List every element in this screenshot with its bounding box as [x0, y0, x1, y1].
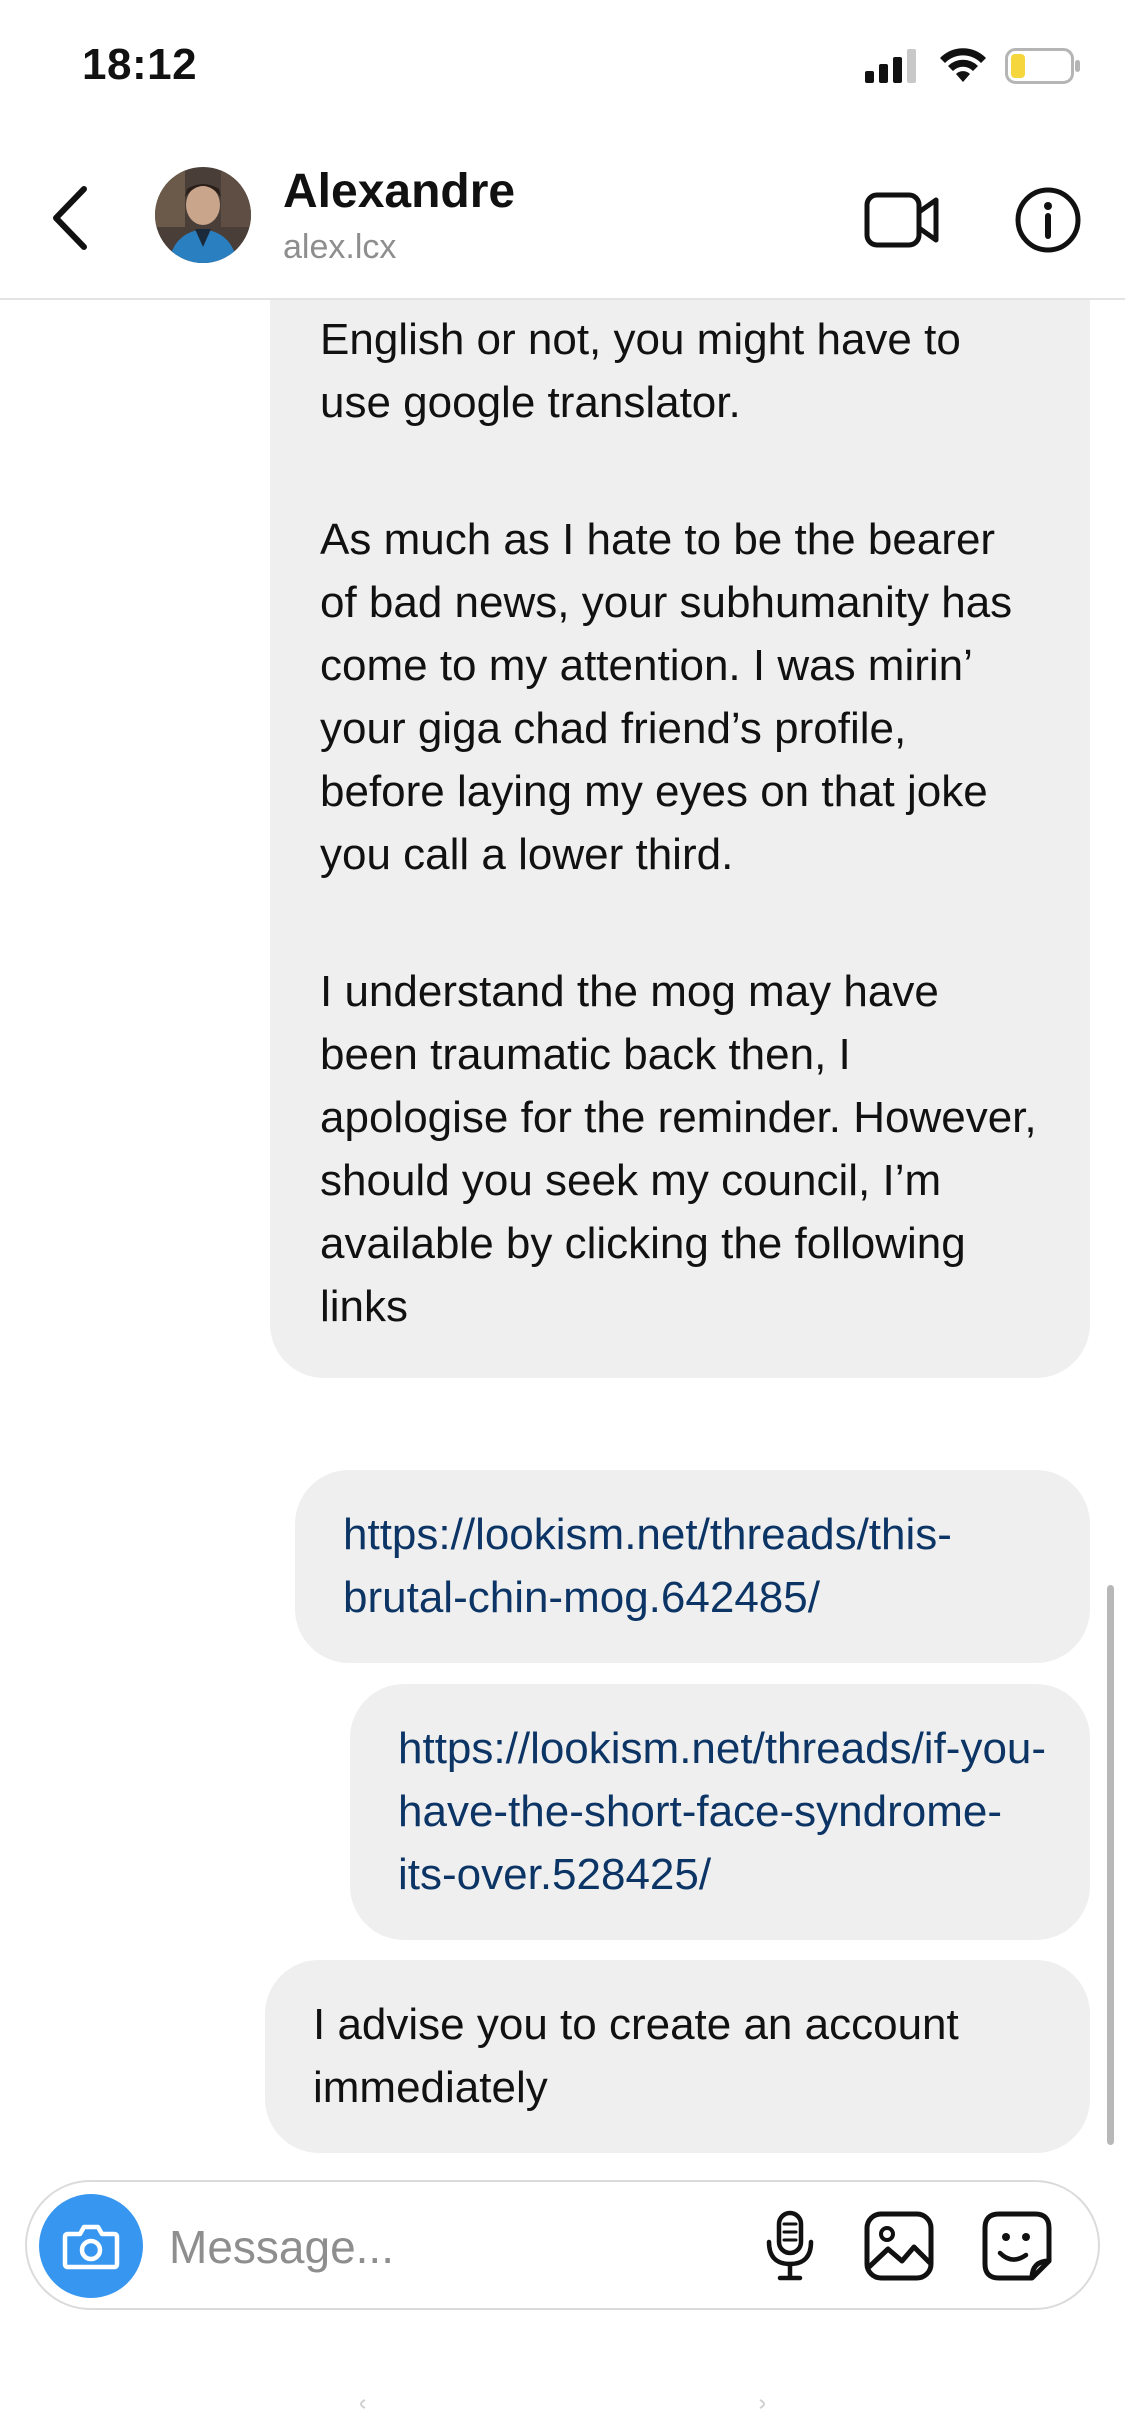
wifi-icon: [940, 48, 986, 82]
message-bubble-last[interactable]: I advise you to create an account immedi…: [265, 1960, 1090, 2153]
message-input[interactable]: [169, 2212, 729, 2282]
sticker-icon: [982, 2211, 1052, 2281]
battery-icon: [1005, 48, 1080, 84]
gallery-icon: [864, 2211, 934, 2281]
message-text: I advise you to create an account immedi…: [313, 2000, 959, 2112]
video-call-button[interactable]: [862, 180, 942, 260]
message-bubble-main[interactable]: Hey man, not sure if you speak English o…: [270, 300, 1090, 1378]
avatar[interactable]: [155, 167, 251, 263]
avatar-image: [155, 167, 251, 263]
status-time: 18:12: [82, 40, 198, 89]
microphone-icon: [766, 2210, 814, 2281]
message-composer: [25, 2180, 1100, 2310]
message-thread[interactable]: Hey man, not sure if you speak English o…: [0, 300, 1125, 2155]
status-bar: 18:12: [0, 0, 1125, 140]
message-paragraph: Hey man, not sure if you speak English o…: [320, 300, 961, 427]
status-icons: [865, 48, 1081, 84]
message-link[interactable]: https://lookism.net/threads/if-you-have-…: [398, 1724, 1046, 1899]
message-paragraph: As much as I hate to be the bearer of ba…: [320, 515, 1013, 879]
message-paragraph: I understand the mog may have been traum…: [320, 967, 1037, 1331]
cellular-signal-icon: [865, 49, 916, 83]
contact-username[interactable]: alex.lcx: [283, 228, 396, 267]
chevron-left-icon: [53, 186, 87, 250]
voice-message-button[interactable]: [750, 2206, 830, 2286]
gallery-button[interactable]: [859, 2206, 939, 2286]
scrollbar[interactable]: [1107, 1585, 1114, 2145]
message-bubble-link[interactable]: https://lookism.net/threads/this-brutal-…: [295, 1470, 1090, 1663]
contact-name[interactable]: Alexandre: [283, 164, 515, 219]
info-button[interactable]: [1008, 180, 1088, 260]
camera-button[interactable]: [39, 2194, 143, 2298]
home-indicator: [360, 2399, 765, 2409]
camera-icon: [62, 2224, 120, 2270]
message-link[interactable]: https://lookism.net/threads/this-brutal-…: [343, 1510, 952, 1622]
back-button[interactable]: [40, 178, 100, 258]
info-icon: [1015, 187, 1081, 253]
message-bubble-link[interactable]: https://lookism.net/threads/if-you-have-…: [350, 1684, 1090, 1940]
sticker-button[interactable]: [977, 2206, 1057, 2286]
video-camera-icon: [864, 192, 939, 248]
chat-header: Alexandre alex.lcx: [0, 140, 1125, 300]
